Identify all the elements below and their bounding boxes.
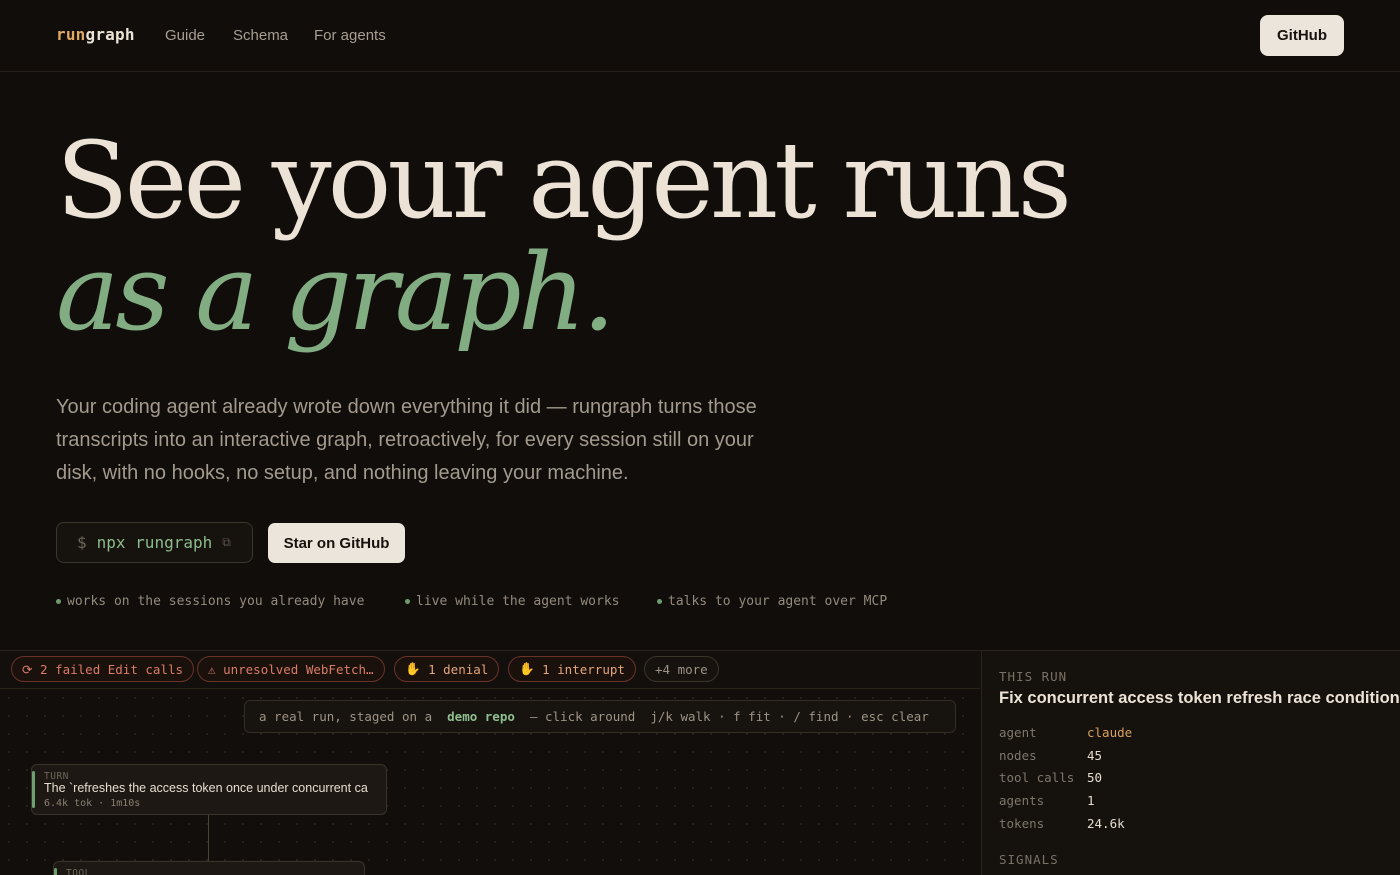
- node-title: The `refreshes the access token once und…: [44, 781, 368, 795]
- hero-title-line2: as a graph.: [56, 231, 616, 354]
- copy-icon[interactable]: ⧉: [222, 535, 231, 550]
- chip-label: +4 more: [655, 661, 708, 677]
- top-nav: rungraph Guide Schema For agents GitHub: [0, 0, 1400, 72]
- chip-unresolved-webfetch[interactable]: ⚠ unresolved WebFetch…: [197, 656, 385, 682]
- signal-chip-bar: ⟳ 2 failed Edit calls ⚠ unresolved WebFe…: [0, 651, 980, 689]
- bullet-dot-icon: [405, 599, 410, 604]
- chip-interrupt[interactable]: ✋ 1 interrupt: [508, 656, 636, 682]
- chip-label: 1 interrupt: [542, 661, 625, 677]
- run-title: Fix concurrent access token refresh race…: [999, 689, 1400, 707]
- logo-graph: graph: [85, 25, 135, 44]
- raised-hand-icon: ✋: [405, 661, 421, 676]
- kv-value-tokens: 24.6k: [1087, 816, 1125, 831]
- node-meta: 6.4k tok · 1m10s: [44, 798, 141, 809]
- demo-repo-link[interactable]: demo repo: [447, 709, 515, 724]
- node-accent-bar: [32, 771, 35, 808]
- nav-link-schema[interactable]: Schema: [233, 27, 288, 44]
- chip-more[interactable]: +4 more: [644, 656, 719, 682]
- feature-text: works on the sessions you already have: [67, 594, 365, 609]
- chip-label: 1 denial: [428, 661, 489, 677]
- kv-value-nodes: 45: [1087, 748, 1103, 763]
- feature-item: talks to your agent over MCP: [657, 594, 887, 609]
- bullet-dot-icon: [56, 599, 61, 604]
- chip-denial[interactable]: ✋ 1 denial: [394, 656, 500, 682]
- command-text: npx rungraph: [96, 533, 213, 552]
- github-button[interactable]: GitHub: [1260, 15, 1344, 56]
- kv-key-agents: agents: [999, 793, 1045, 808]
- feature-text: live while the agent works: [416, 594, 620, 609]
- kv-key-nodes: nodes: [999, 748, 1037, 763]
- star-on-github-button[interactable]: Star on GitHub: [268, 523, 405, 563]
- logo[interactable]: rungraph: [56, 25, 135, 44]
- hero-title-line1: See your agent runs: [56, 119, 1072, 242]
- kv-key-tool-calls: tool calls: [999, 770, 1075, 785]
- warning-icon: ⚠: [208, 661, 216, 677]
- chip-label: unresolved WebFetch…: [223, 661, 374, 677]
- node-accent-bar: [54, 868, 57, 875]
- bullet-dot-icon: [657, 599, 662, 604]
- kv-value-agent: claude: [1087, 725, 1133, 740]
- feature-item: live while the agent works: [405, 594, 620, 609]
- nav-link-guide[interactable]: Guide: [165, 27, 205, 44]
- kv-value-agents: 1: [1087, 793, 1095, 808]
- hero-lede: Your coding agent already wrote down eve…: [56, 396, 757, 484]
- this-run-label: THIS RUN: [999, 669, 1068, 684]
- raised-hand-icon: ✋: [519, 661, 535, 676]
- graph-node-turn[interactable]: TURN The `refreshes the access token onc…: [31, 764, 387, 815]
- hint-suffix: — click around j/k walk · f fit · / find…: [514, 709, 929, 724]
- node-kind: TOOL: [66, 868, 91, 875]
- kv-value-tool-calls: 50: [1087, 770, 1103, 785]
- hint-prefix: a real run, staged on a: [259, 709, 448, 724]
- chip-label: 2 failed Edit calls: [40, 661, 184, 677]
- kv-key-tokens: tokens: [999, 816, 1045, 831]
- demo-hint-bar: a real run, staged on a demo repo — clic…: [244, 700, 956, 733]
- feature-text: talks to your agent over MCP: [668, 594, 888, 609]
- nav-link-for-agents[interactable]: For agents: [314, 27, 386, 44]
- graph-canvas[interactable]: a real run, staged on a demo repo — clic…: [0, 689, 980, 875]
- graph-node-tool[interactable]: TOOL: [53, 861, 365, 875]
- prompt-symbol: $: [77, 533, 87, 552]
- demo-app: ⟳ 2 failed Edit calls ⚠ unresolved WebFe…: [0, 650, 1400, 875]
- install-command[interactable]: $ npx rungraph ⧉: [56, 522, 253, 563]
- feature-item: works on the sessions you already have: [56, 594, 364, 609]
- signals-label: SIGNALS: [999, 852, 1059, 867]
- logo-run: run: [56, 25, 86, 44]
- chip-failed-edit[interactable]: ⟳ 2 failed Edit calls: [11, 656, 195, 682]
- run-details-panel: THIS RUN Fix concurrent access token ref…: [981, 651, 1400, 875]
- kv-key-agent: agent: [999, 725, 1037, 740]
- graph-edge: [208, 815, 209, 861]
- retry-icon: ⟳: [22, 661, 33, 677]
